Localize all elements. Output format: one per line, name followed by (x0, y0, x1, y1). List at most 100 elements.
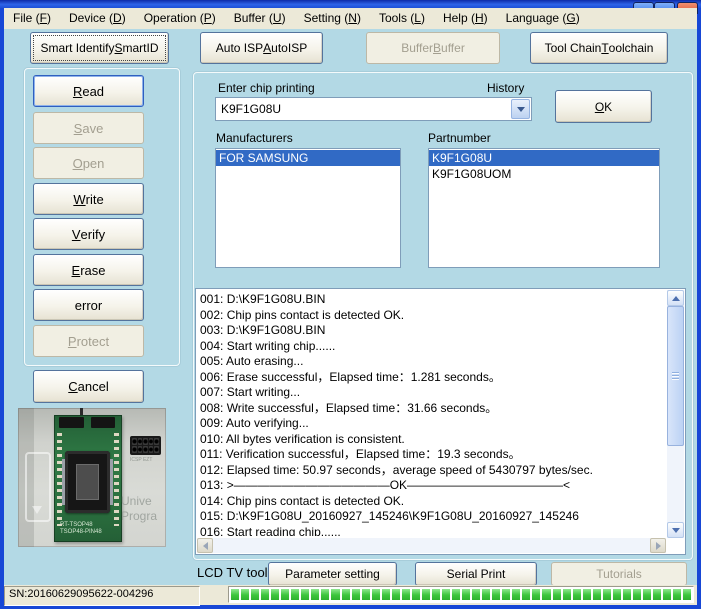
menu-item-tools[interactable]: Tools (L) (370, 9, 434, 28)
pcb-connector (91, 417, 115, 428)
manufacturers-listbox[interactable]: FOR SAMSUNG (215, 148, 401, 268)
socket-clip (62, 459, 65, 505)
pin-hole (143, 438, 148, 445)
log-line: 006: Erase successful，Elapsed time：1.281… (200, 369, 501, 384)
chip-printing-combobox[interactable]: K9F1G08U (215, 97, 532, 121)
device-photo: RT-TSOP48 TSOP48-PIN48 ICSP EZT Unive Pr… (18, 408, 166, 547)
tutorials-button[interactable]: Tutorials (551, 562, 687, 586)
menu-item-help[interactable]: Help (H) (434, 9, 497, 28)
scroll-down-button[interactable] (667, 522, 684, 538)
menu-item-file[interactable]: File (F) (4, 9, 60, 28)
scroll-left-icon (202, 541, 208, 550)
vertical-scrollbar[interactable] (667, 290, 684, 538)
progress-segment (592, 589, 601, 600)
serial-print-button[interactable]: Serial Print (415, 562, 537, 586)
log-line: 008: Write successful，Elapsed time：31.66… (200, 400, 498, 415)
pin-hole (143, 446, 148, 453)
progress-segment (532, 589, 541, 600)
pcb-label: RT-TSOP48 TSOP48-PIN48 (60, 522, 102, 535)
vertical-scroll-thumb[interactable] (667, 306, 684, 446)
progress-segment (411, 589, 420, 600)
progress-segment (552, 589, 561, 600)
progress-segment (391, 589, 400, 600)
read-button[interactable]: Read (33, 75, 144, 107)
manufacturer-item-for-samsung[interactable]: FOR SAMSUNG (216, 150, 400, 166)
progress-segment (652, 589, 662, 600)
progress-segment (351, 589, 360, 600)
manufacturers-label: Manufacturers (216, 131, 293, 145)
programmer-print: Unive Progra (121, 494, 158, 523)
progress-segment (401, 589, 410, 600)
ok-button[interactable]: OK (555, 90, 652, 123)
combo-dropdown-button[interactable] (511, 99, 530, 119)
progress-segment (612, 589, 621, 600)
progress-segment (231, 589, 240, 600)
log-line: 005: Auto erasing... (200, 354, 304, 368)
menu-item-setting[interactable]: Setting (N) (295, 9, 370, 28)
log-line: 001: D:\K9F1G08U.BIN (200, 292, 326, 306)
progress-segment (261, 589, 270, 600)
open-button[interactable]: Open (33, 147, 144, 179)
pin-hole (154, 438, 159, 445)
horizontal-scrollbar[interactable] (197, 538, 666, 553)
progress-segment (431, 589, 440, 600)
progress-bar (228, 586, 694, 603)
progress-segment (421, 589, 430, 600)
progress-segment (452, 589, 461, 600)
history-label: History (487, 81, 525, 95)
menu-item-language[interactable]: Language (G) (497, 9, 589, 28)
partnumber-item-k9f1g08u[interactable]: K9F1G08U (429, 150, 659, 166)
scroll-up-button[interactable] (667, 290, 684, 306)
progress-segment (632, 589, 641, 600)
progress-segment (673, 589, 682, 600)
log-line: 007: Start writing... (200, 385, 301, 399)
progress-segment (341, 589, 350, 600)
chip-socket (62, 451, 113, 513)
pin-hole (148, 446, 154, 453)
progress-segment (381, 589, 390, 600)
menu-item-operation[interactable]: Operation (P) (135, 9, 225, 28)
progress-segment (492, 589, 501, 600)
menu-item-buffer[interactable]: Buffer (U) (225, 9, 295, 28)
erase-button[interactable]: Erase (33, 254, 144, 286)
buffer-buffer-button[interactable]: Buffer Buffer (366, 32, 500, 64)
write-button[interactable]: Write (33, 183, 144, 215)
save-button[interactable]: Save (33, 112, 144, 144)
cancel-button[interactable]: Cancel (33, 370, 144, 403)
ic-arrow-marking (25, 452, 51, 522)
partnumber-listbox[interactable]: K9F1G08U K9F1G08UOM (428, 148, 660, 268)
progress-segment (562, 589, 571, 600)
log-line: 003: D:\K9F1G08U.BIN (200, 323, 326, 337)
scroll-up-icon (671, 295, 680, 301)
smart-identify-smartid-button[interactable]: Smart Identify SmartID (30, 32, 169, 64)
log-output[interactable]: 001: D:\K9F1G08U.BIN 002: Chip pins conta… (195, 288, 686, 555)
chevron-down-icon (516, 106, 525, 112)
pin-header-caption: ICSP EZT (130, 457, 153, 463)
scroll-right-button[interactable] (650, 538, 666, 553)
protect-button[interactable]: Protect (33, 325, 144, 357)
partnumber-item-k9f1g08uom[interactable]: K9F1G08UOM (429, 166, 659, 182)
app-window: File (F) Device (D) Operation (P) Buffer (U… (0, 0, 701, 609)
progress-segment (663, 589, 672, 600)
progress-segment (683, 589, 692, 600)
menu-item-device[interactable]: Device (D) (60, 9, 135, 28)
scroll-left-button[interactable] (197, 538, 213, 553)
progress-segment (582, 589, 591, 600)
error-button[interactable]: error (33, 289, 144, 321)
log-line: 011: Verification successful，Elapsed tim… (200, 447, 521, 461)
scroll-right-icon (655, 541, 661, 550)
log-line: 010: All bytes verification is consisten… (200, 431, 405, 446)
progress-segment (542, 589, 551, 600)
log-line: 004: Start writing chip...... (200, 338, 336, 353)
verify-button[interactable]: Verify (33, 218, 144, 250)
serial-number: SN:20160629095622-004296 (4, 586, 200, 606)
progress-segment (371, 589, 380, 600)
tool-chain-toolchain-button[interactable]: Tool Chain Toolchain (530, 32, 668, 64)
log-line: 012: Elapsed time: 50.97 seconds，average… (200, 462, 593, 477)
progress-segment (602, 589, 611, 600)
parameter-setting-button[interactable]: Parameter setting (268, 562, 397, 586)
auto-isp-autoisp-button[interactable]: Auto ISP AutoISP (200, 32, 323, 64)
socket-clip (110, 459, 113, 505)
log-line: 002: Chip pins contact is detected OK. (200, 307, 405, 322)
progress-segment (271, 589, 280, 600)
